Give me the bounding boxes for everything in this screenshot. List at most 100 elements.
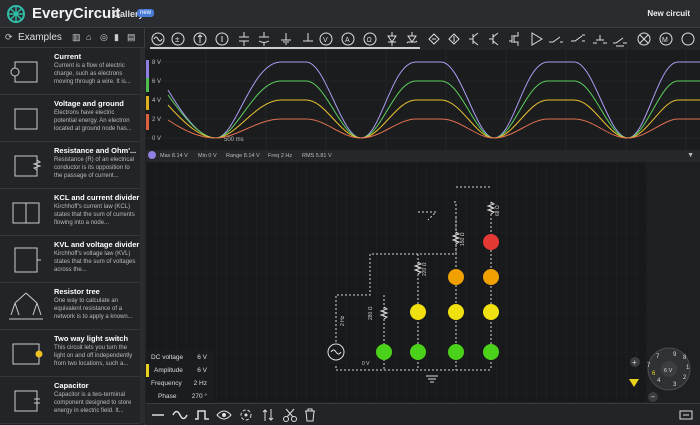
cut-icon[interactable] [282,407,298,423]
ground-icon[interactable] [278,31,294,47]
stat-max: Max 8.14 V [160,153,188,159]
capacitor-icon[interactable] [236,31,252,47]
toolbar-menu-icon[interactable] [680,31,696,47]
time-label: 500 ms [224,137,244,143]
home-icon[interactable]: ⌂ [86,32,91,42]
relay-icon[interactable] [612,31,628,47]
rotate-icon[interactable] [238,407,254,423]
example-title: KCL and current divider [54,193,140,202]
motor-icon[interactable]: M [658,31,674,47]
example-item-kcl[interactable]: KCL and current divider Kirchhoff's curr… [0,189,140,236]
example-item-capacitor[interactable]: Capacitor Capacitor is a two-terminal co… [0,377,140,424]
example-desc: One way to calculate an equivalent resis… [54,298,133,320]
current-source-icon[interactable] [192,31,208,47]
trace-marker-green [146,78,149,92]
voltmeter-icon[interactable]: V [318,31,334,47]
ammeter-icon[interactable]: A [340,31,356,47]
stat-freq: Freq 2 Hz [268,153,293,159]
led-green-4[interactable] [483,344,499,360]
prop-value[interactable]: 6 V [197,367,207,374]
scope-stats-bar: Max 8.14 V Min 0 V Range 8.14 V Freq 2 H… [146,150,700,162]
photo-diode-icon[interactable] [446,31,462,47]
value-dial[interactable]: 6 V 7 7 7 9 8 1 2 3 4 6 + − [625,345,700,403]
trash-icon[interactable]: ▤ [127,32,136,43]
example-item-resistor-tree[interactable]: Resistor tree One way to calculate an eq… [0,283,140,330]
ground-alt-icon[interactable] [300,31,316,47]
zener-diode-icon[interactable] [404,31,420,47]
led-green-2[interactable] [410,344,426,360]
polarized-capacitor-icon[interactable] [256,31,272,47]
led-yellow-3[interactable] [483,304,499,320]
sine-mode-icon[interactable] [172,407,188,423]
prop-label: Frequency [151,380,182,387]
prop-label: Phase [158,393,177,400]
led-green-3[interactable] [448,344,464,360]
bookmark-icon[interactable]: ▮ [114,32,119,43]
led-orange-1[interactable] [448,269,464,285]
circuit-canvas[interactable]: 280 Ω 220 Ω 150 Ω 68 Ω 2 Hz 0 V [146,162,646,402]
led-icon[interactable] [426,31,442,47]
npn-transistor-icon[interactable] [466,31,482,47]
pnp-transistor-icon[interactable] [486,31,502,47]
led-yellow-1[interactable] [410,304,426,320]
new-circuit-button[interactable]: New circuit [647,9,690,18]
prop-row-selected[interactable]: Amplitude 6 V [146,364,213,377]
example-item-two-way-switch[interactable]: Two way light switch This circuit lets y… [0,330,140,377]
example-item-voltage[interactable]: Voltage and ground Electrons have electr… [0,95,140,142]
refresh-icon[interactable]: ⟳ [5,32,13,43]
example-item-resistance[interactable]: Resistance and Ohm'... Resistance (R) of… [0,142,140,189]
y-label-2v: 2 V [152,117,161,123]
push-button-icon[interactable] [592,31,608,47]
ohmmeter-icon[interactable]: Ω [362,31,378,47]
fullscreen-icon[interactable] [678,407,694,423]
diode-icon[interactable] [384,31,400,47]
sidebar-scrollbar[interactable] [140,48,145,423]
circuit-schematic: 280 Ω 220 Ω 150 Ω 68 Ω 2 Hz 0 V [146,162,646,402]
sidebar-title: Examples [18,32,62,43]
prop-row[interactable]: DC voltage 6 V [146,351,213,364]
svg-text:M: M [662,37,668,44]
prop-value[interactable]: 2 Hz [194,380,207,387]
prop-value[interactable]: 270 ° [192,393,207,400]
stat-rms: RMS 5.81 V [302,153,332,159]
prop-value[interactable]: 6 V [197,354,207,361]
ac-source-icon[interactable] [150,31,166,47]
prop-row[interactable]: Frequency 2 Hz [146,377,213,390]
led-yellow-2[interactable] [448,304,464,320]
y-label-6v: 6 V [152,79,161,85]
trace-color-dot[interactable] [148,151,156,159]
example-item-current[interactable]: Current Current is a flow of electric ch… [0,48,140,95]
trace-marker-red [146,114,149,130]
dc-mode-icon[interactable] [150,407,166,423]
settings-icon[interactable]: ◎ [100,32,108,43]
prop-row[interactable]: Phase 270 ° [146,390,213,403]
led-red[interactable] [483,234,499,250]
resistor-label-220: 220 Ω [422,262,428,276]
everycircuit-logo-icon[interactable] [6,4,26,24]
lamp-icon[interactable] [636,31,652,47]
app-name: EveryCircuit [32,5,121,22]
example-thumbnail [12,202,40,224]
op-amp-icon[interactable] [528,31,544,47]
oscilloscope-panel[interactable]: 8 V 6 V 4 V 2 V 0 V 500 ms [146,50,700,162]
flip-icon[interactable] [260,407,276,423]
mosfet-icon[interactable] [506,31,522,47]
delete-icon[interactable] [302,407,318,423]
led-orange-2[interactable] [483,269,499,285]
led-green-1[interactable] [376,344,392,360]
resistor-label-280: 280 Ω [368,306,374,320]
examples-sidebar: ⟳ Examples ▥ ⌂ ◎ ▮ ▤ Current Current is … [0,28,145,425]
dc-source-icon[interactable]: ± [170,31,186,47]
switch-icon[interactable] [548,31,564,47]
toolbar-scrollbar[interactable] [150,47,420,49]
prop-label: Amplitude [154,367,183,374]
scope-collapse-icon[interactable]: ▼ [687,152,694,159]
plus-icon: + [632,358,637,367]
example-item-kvl[interactable]: KVL and voltage divider Kirchhoff's volt… [0,236,140,283]
example-thumbnail [10,61,38,83]
dependent-source-icon[interactable] [214,31,230,47]
view-icon[interactable] [216,407,232,423]
spdt-switch-icon[interactable] [570,31,586,47]
square-mode-icon[interactable] [194,407,210,423]
book-icon[interactable]: ▥ [72,32,81,43]
